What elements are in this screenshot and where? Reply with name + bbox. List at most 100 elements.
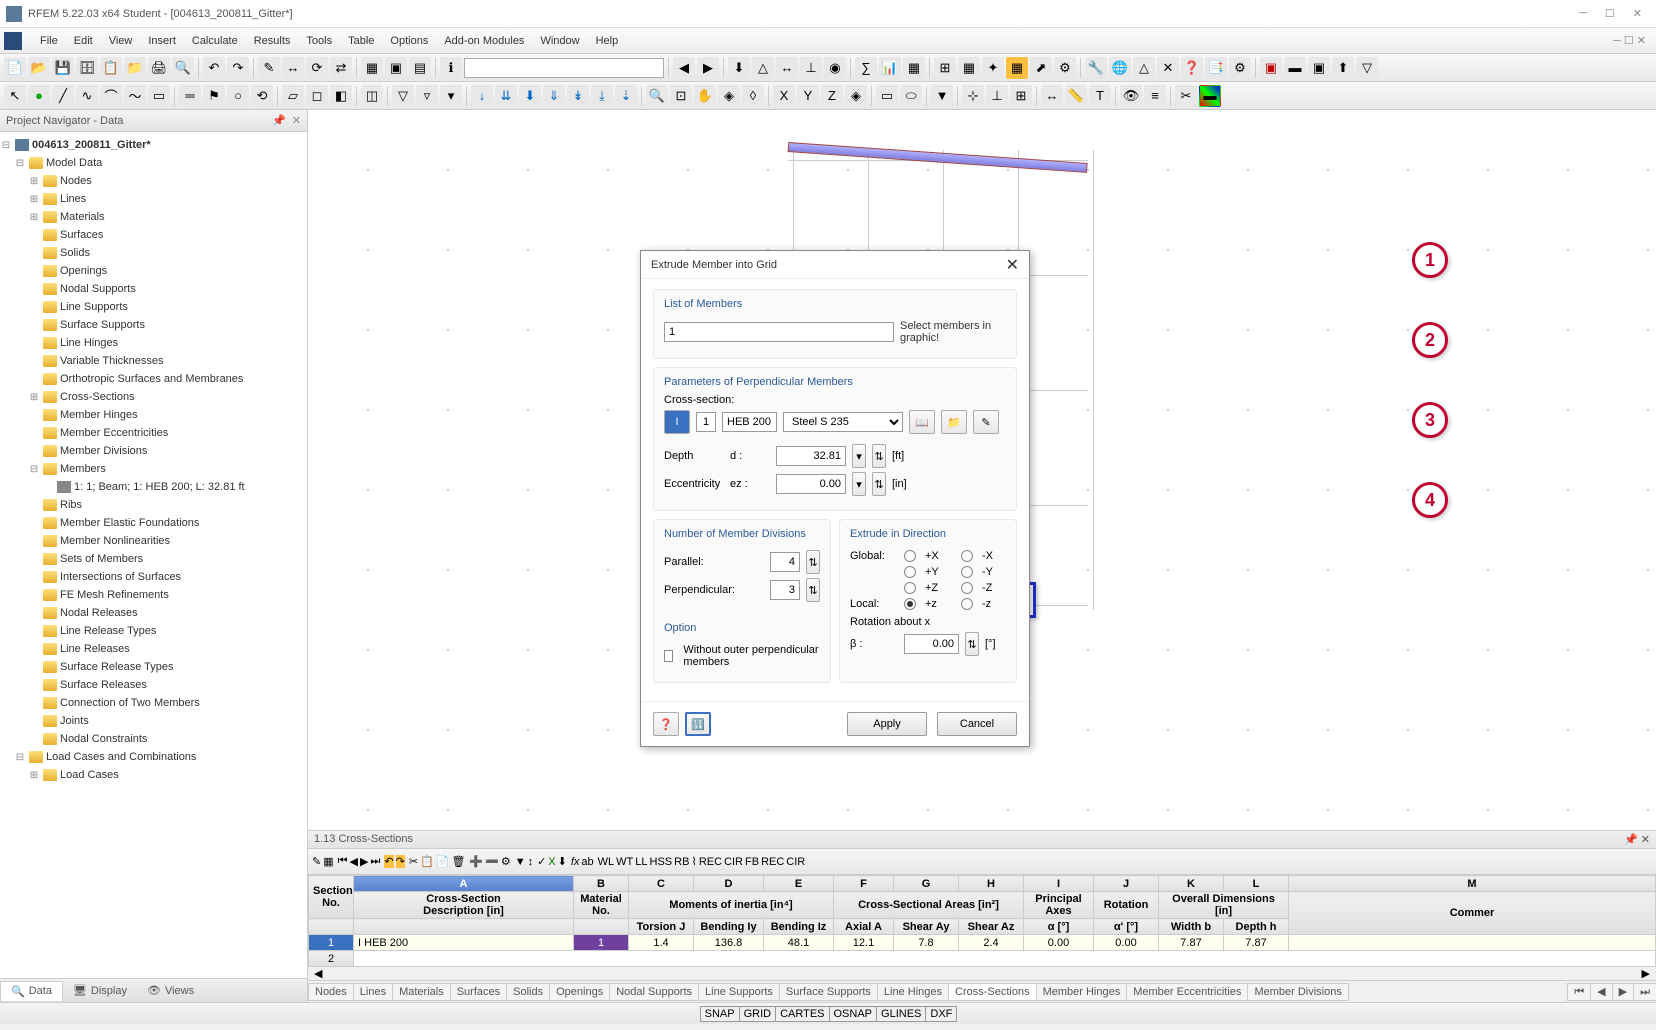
pin-icon[interactable]: 📌 <box>272 114 286 127</box>
copy-icon[interactable]: 📋 <box>100 57 122 79</box>
tree-item[interactable]: Materials <box>60 211 105 223</box>
generate-icon[interactable]: ⚙ <box>1054 57 1076 79</box>
folder-icon[interactable]: 📁 <box>124 57 146 79</box>
zoom-icon[interactable]: 🔍 <box>646 85 668 107</box>
tbl-delrow-icon[interactable]: ➖ <box>485 855 499 868</box>
rect-icon[interactable]: ▭ <box>148 85 170 107</box>
move-icon[interactable]: ↔ <box>282 57 304 79</box>
dialog-close-icon[interactable]: ✕ <box>1006 255 1019 275</box>
preview-icon[interactable]: 🔍 <box>172 57 194 79</box>
radio-local-pz[interactable] <box>904 598 916 610</box>
tree-item[interactable]: Connection of Two Members <box>60 697 200 709</box>
tbl-sort-icon[interactable]: ↕ <box>528 856 534 868</box>
tbl-wt-icon[interactable]: WT <box>616 856 633 868</box>
mirror-icon[interactable]: ⇄ <box>330 57 352 79</box>
mesh-icon[interactable]: ▦ <box>958 57 980 79</box>
tbl-weld-icon[interactable]: ⌇ <box>691 855 696 868</box>
support-icon[interactable]: △ <box>752 57 774 79</box>
tree-item[interactable]: FE Mesh Refinements <box>60 589 169 601</box>
tree-load-cases[interactable]: Load Cases <box>60 769 119 781</box>
hinge-icon[interactable]: ○ <box>227 85 249 107</box>
tree-item[interactable]: Cross-Sections <box>60 391 135 403</box>
ecc-spinner[interactable]: ⇅ <box>872 472 886 496</box>
tree-member-detail[interactable]: 1: 1; Beam; 1: HEB 200; L: 32.81 ft <box>74 481 245 493</box>
tree-item[interactable]: Member Eccentricities <box>60 427 168 439</box>
status-cartes[interactable]: CARTES <box>775 1006 829 1022</box>
close-icon[interactable]: ✕ <box>1633 7 1642 20</box>
table-tab[interactable]: Member Hinges <box>1036 983 1128 1001</box>
load7-icon[interactable]: ⇣ <box>615 85 637 107</box>
status-glines[interactable]: GLINES <box>876 1006 926 1022</box>
arc-icon[interactable]: ⌒ <box>100 85 122 107</box>
iso-icon[interactable]: ◈ <box>718 85 740 107</box>
load6-icon[interactable]: ⤓ <box>591 85 613 107</box>
print-icon[interactable]: 🖨 <box>148 57 170 79</box>
filter-icon[interactable]: ▼ <box>931 85 953 107</box>
tab-views[interactable]: 👁Views <box>137 981 204 1000</box>
help-icon[interactable]: ❓ <box>1181 57 1203 79</box>
library-icon[interactable]: 📖 <box>909 410 935 434</box>
tbl-filter-icon[interactable]: ▼ <box>515 856 526 868</box>
menu-file[interactable]: File <box>32 32 66 50</box>
tbl-rec2-icon[interactable]: REC <box>761 856 784 868</box>
tab-display[interactable]: 🖥Display <box>63 981 137 1000</box>
tree-item[interactable]: Surface Releases <box>60 679 147 691</box>
status-osnap[interactable]: OSNAP <box>829 1006 878 1022</box>
dim-icon[interactable]: ↔ <box>776 57 798 79</box>
tree-item[interactable]: Member Divisions <box>60 445 147 457</box>
tree-item[interactable]: Solids <box>60 247 90 259</box>
snap-icon[interactable]: ⊹ <box>962 85 984 107</box>
parallel-input[interactable] <box>770 552 800 572</box>
tbl-last-icon[interactable]: ⏭ <box>370 855 380 868</box>
radio-nx[interactable] <box>961 550 973 562</box>
grid2-icon[interactable]: ⊞ <box>1010 85 1032 107</box>
window-icon[interactable]: ▣ <box>385 57 407 79</box>
extrude-icon[interactable]: ⬈ <box>1030 57 1052 79</box>
menu-view[interactable]: View <box>101 32 141 50</box>
apply-button[interactable]: Apply <box>847 712 927 736</box>
table-tab[interactable]: Member Eccentricities <box>1126 983 1248 1001</box>
vy-icon[interactable]: Y <box>797 85 819 107</box>
menu-insert[interactable]: Insert <box>140 32 184 50</box>
tree-load[interactable]: Load Cases and Combinations <box>46 751 196 763</box>
menu-options[interactable]: Options <box>382 32 436 50</box>
table-tab[interactable]: Nodal Supports <box>609 983 699 1001</box>
flag-icon[interactable]: ⚑ <box>203 85 225 107</box>
globe-icon[interactable]: 🌐 <box>1109 57 1131 79</box>
pan-icon[interactable]: ✋ <box>694 85 716 107</box>
cs-name-input[interactable] <box>722 412 777 432</box>
close-panel-icon[interactable]: ✕ <box>292 114 301 127</box>
tree[interactable]: ⊟004613_200811_Gitter* ⊟Model Data ⊞Node… <box>0 132 307 978</box>
load1-icon[interactable]: ↓ <box>471 85 493 107</box>
radio-ny[interactable] <box>961 566 973 578</box>
load4-icon[interactable]: ⇓ <box>543 85 565 107</box>
menu-help[interactable]: Help <box>588 32 627 50</box>
vx-icon[interactable]: X <box>773 85 795 107</box>
polyline-icon[interactable]: ∿ <box>76 85 98 107</box>
status-dxf[interactable]: DXF <box>925 1006 957 1022</box>
option-checkbox[interactable] <box>664 650 673 662</box>
tbl-copy-icon[interactable]: 📋 <box>420 855 434 868</box>
nav-right-icon[interactable]: ▶ <box>697 57 719 79</box>
persp-icon[interactable]: ◊ <box>742 85 764 107</box>
tree-item[interactable]: Line Supports <box>60 301 128 313</box>
parallel-spinner[interactable]: ⇅ <box>806 550 820 574</box>
viso-icon[interactable]: ◈ <box>845 85 867 107</box>
ecc-input[interactable] <box>776 474 846 494</box>
perp-input[interactable] <box>770 580 800 600</box>
status-grid[interactable]: GRID <box>739 1006 777 1022</box>
radio-local-nz[interactable] <box>961 598 973 610</box>
tbl-cir2-icon[interactable]: CIR <box>786 856 805 868</box>
table-tab[interactable]: Surface Supports <box>779 983 878 1001</box>
load2-icon[interactable]: ⇊ <box>495 85 517 107</box>
release-icon[interactable]: ⟲ <box>251 85 273 107</box>
help-dialog-icon[interactable]: ❓ <box>653 712 679 736</box>
new-icon[interactable]: 📄 <box>4 57 26 79</box>
tbl-hss-icon[interactable]: HSS <box>650 856 673 868</box>
section-icon[interactable]: ⊥ <box>800 57 822 79</box>
tree-item[interactable]: Nodal Releases <box>60 607 138 619</box>
saveall-icon[interactable]: 🗄 <box>76 57 98 79</box>
tree-item[interactable]: Nodal Supports <box>60 283 136 295</box>
tbl-import-icon[interactable]: ⬇ <box>558 855 567 868</box>
results-icon[interactable]: 📊 <box>879 57 901 79</box>
